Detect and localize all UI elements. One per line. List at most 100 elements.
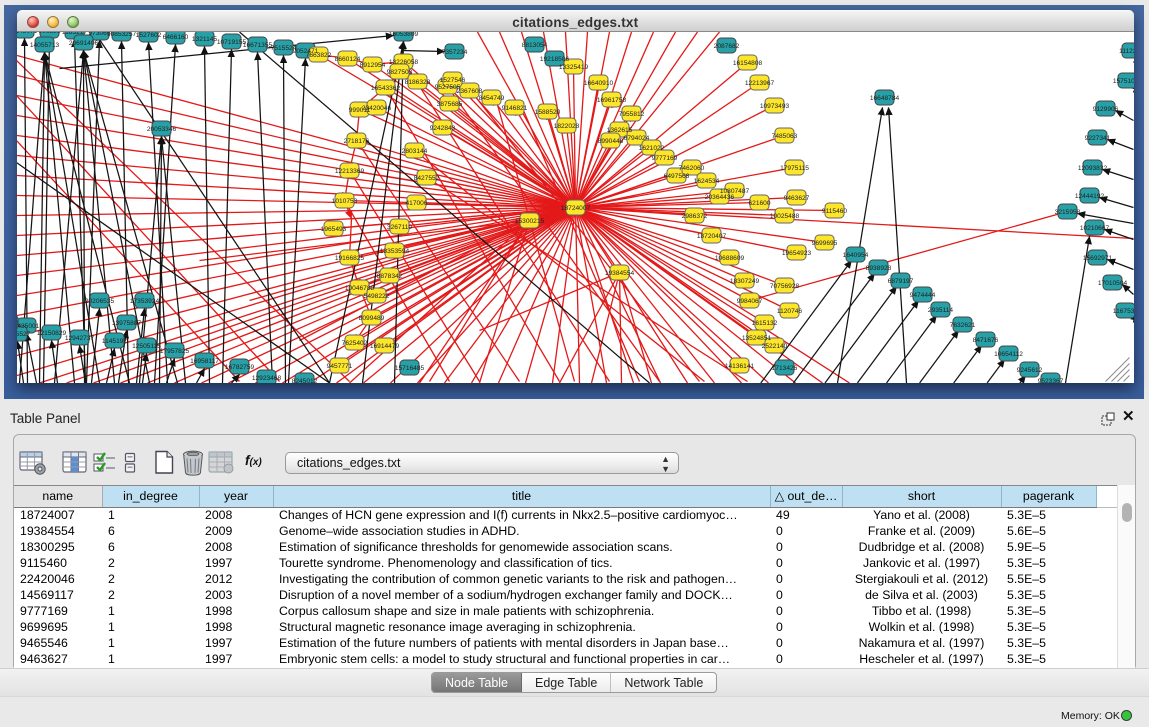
- svg-text:9474444: 9474444: [910, 291, 936, 298]
- svg-text:19218506: 19218506: [540, 55, 570, 62]
- svg-text:13226058: 13226058: [389, 58, 419, 65]
- svg-text:12093832: 12093832: [1078, 164, 1108, 171]
- svg-text:1527602: 1527602: [136, 32, 162, 39]
- svg-text:19384554: 19384554: [605, 269, 635, 276]
- svg-text:1621022: 1621022: [639, 144, 665, 151]
- svg-text:20691406: 20691406: [69, 39, 99, 46]
- svg-text:20053346: 20053346: [147, 125, 177, 132]
- svg-text:15716485: 15716485: [395, 364, 425, 371]
- svg-text:1362615: 1362615: [607, 126, 633, 133]
- svg-text:621600: 621600: [748, 199, 770, 206]
- svg-text:15300215: 15300215: [515, 217, 545, 224]
- svg-text:16671355: 16671355: [243, 41, 273, 48]
- svg-text:1183217: 1183217: [62, 32, 88, 36]
- svg-text:3267110: 3267110: [387, 223, 413, 230]
- svg-text:16961758: 16961758: [597, 96, 627, 103]
- svg-text:16053809: 16053809: [389, 32, 419, 38]
- svg-text:16958117: 16958117: [190, 357, 219, 364]
- svg-text:1624534: 1624534: [694, 177, 720, 184]
- svg-text:1010753: 1010753: [332, 197, 358, 204]
- svg-text:18720407: 18720407: [697, 232, 727, 239]
- svg-text:6794024: 6794024: [624, 134, 650, 141]
- svg-text:9523367: 9523367: [1038, 377, 1064, 382]
- svg-text:9245612: 9245612: [1017, 366, 1043, 373]
- svg-text:1321145: 1321145: [192, 35, 218, 42]
- svg-text:15751074: 15751074: [1113, 77, 1134, 84]
- svg-text:10025488: 10025488: [770, 212, 800, 219]
- svg-text:3215958: 3215958: [1055, 208, 1081, 215]
- svg-text:13975887: 13975887: [112, 319, 142, 326]
- svg-text:1145197: 1145197: [102, 337, 128, 344]
- svg-text:1112207: 1112207: [1119, 47, 1133, 54]
- svg-text:8878342: 8878342: [377, 272, 403, 279]
- svg-text:1527546: 1527546: [440, 76, 466, 83]
- svg-text:13325419: 13325419: [559, 63, 589, 70]
- svg-text:6879197: 6879197: [888, 277, 914, 284]
- svg-text:2935114: 2935114: [928, 306, 954, 313]
- svg-text:1167534: 1167534: [1113, 307, 1134, 314]
- svg-text:20364436: 20364436: [705, 193, 735, 200]
- svg-text:15692971: 15692971: [1083, 254, 1113, 261]
- svg-text:9463627: 9463627: [784, 194, 810, 201]
- svg-text:10210667: 10210667: [1080, 224, 1110, 231]
- svg-text:1965493: 1965493: [321, 225, 347, 232]
- svg-text:17957825: 17957825: [160, 347, 190, 354]
- svg-text:6466160: 6466160: [163, 33, 189, 40]
- svg-text:1615132: 1615132: [752, 319, 778, 326]
- svg-text:16154808: 16154808: [733, 59, 763, 66]
- svg-text:70756928: 70756928: [770, 282, 800, 289]
- svg-text:2803144: 2803144: [402, 147, 428, 154]
- svg-text:12444192: 12444192: [1075, 192, 1105, 199]
- svg-text:8471676: 8471676: [973, 336, 999, 343]
- svg-text:10853257: 10853257: [107, 32, 137, 38]
- svg-text:7357234: 7357234: [442, 48, 468, 55]
- svg-text:14055713: 14055713: [30, 41, 60, 48]
- svg-text:3915527: 3915527: [17, 330, 31, 337]
- svg-text:16640910: 16640910: [584, 79, 614, 86]
- svg-text:9984067: 9984067: [737, 297, 763, 304]
- svg-text:13353594: 13353594: [380, 247, 410, 254]
- svg-text:10973493: 10973493: [760, 102, 790, 109]
- svg-text:9699695: 9699695: [812, 239, 838, 246]
- svg-text:906331: 906331: [38, 32, 60, 35]
- svg-text:12942737: 12942737: [65, 334, 95, 341]
- svg-text:5498222: 5498222: [364, 292, 390, 299]
- svg-text:12923468: 12923468: [252, 374, 282, 381]
- svg-text:8454749: 8454749: [479, 94, 505, 101]
- svg-text:12150829: 12150829: [37, 329, 67, 336]
- svg-text:19654923: 19654923: [782, 249, 812, 256]
- svg-text:16914479: 16914479: [370, 342, 400, 349]
- svg-text:6497568: 6497568: [664, 172, 690, 179]
- svg-text:417006: 417006: [405, 199, 427, 206]
- svg-text:1588520: 1588520: [535, 108, 561, 115]
- svg-text:17010504: 17010504: [1098, 279, 1128, 286]
- svg-text:16648784: 16648784: [870, 94, 900, 101]
- svg-text:8990448: 8990448: [598, 137, 624, 144]
- svg-text:1120746: 1120746: [777, 307, 803, 314]
- svg-text:8938928: 8938928: [866, 264, 892, 271]
- svg-text:9435001: 9435001: [17, 322, 40, 329]
- svg-text:2143071: 2143071: [17, 32, 38, 35]
- svg-text:2986372: 2986372: [682, 212, 708, 219]
- svg-text:9227341: 9227341: [1085, 134, 1111, 141]
- svg-text:16543362: 16543362: [371, 84, 401, 91]
- svg-text:8912954: 8912954: [360, 61, 386, 68]
- svg-text:19166825: 19166825: [335, 254, 365, 261]
- svg-text:9115460: 9115460: [822, 207, 848, 214]
- svg-text:8427552: 8427552: [414, 174, 440, 181]
- svg-text:20206535: 20206535: [85, 297, 115, 304]
- svg-text:1713426: 1713426: [772, 364, 798, 371]
- svg-text:7955812: 7955812: [619, 110, 645, 117]
- svg-text:8099489: 8099489: [359, 314, 385, 321]
- svg-text:10688609: 10688609: [715, 254, 745, 261]
- svg-text:8245012: 8245012: [292, 377, 318, 382]
- svg-text:17353924: 17353924: [130, 297, 160, 304]
- svg-text:16782759: 16782759: [225, 363, 255, 370]
- svg-text:12505115: 12505115: [132, 342, 161, 349]
- svg-text:8186328: 8186328: [405, 78, 431, 85]
- svg-text:1822028: 1822028: [554, 122, 580, 129]
- svg-text:18724007: 18724007: [561, 204, 591, 211]
- svg-text:9457771: 9457771: [327, 362, 353, 369]
- svg-text:2087682: 2087682: [714, 42, 740, 49]
- svg-text:8813054: 8813054: [522, 41, 548, 48]
